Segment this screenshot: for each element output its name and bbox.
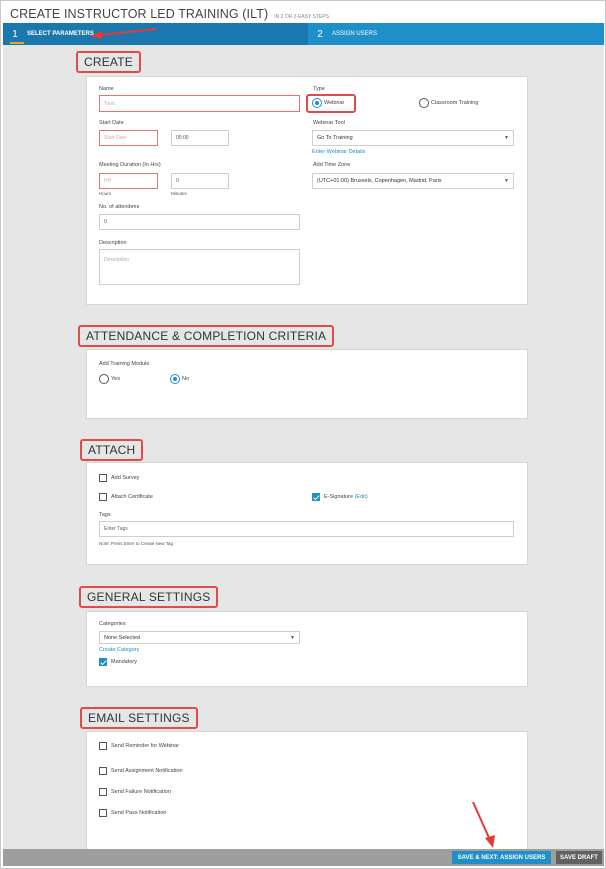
attendance-card [86,349,528,419]
attach-certificate-checkbox[interactable] [99,493,107,501]
webinar-tool-label: Webinar Tool [313,120,345,126]
failure-notification-label: Send Failure Notification [111,789,171,795]
tags-input[interactable]: Enter Tags [99,521,514,537]
attach-certificate-label: Attach Certificate [111,494,153,500]
chevron-down-icon: ▼ [290,634,295,641]
type-classroom-radio[interactable] [419,98,429,108]
attendees-label: No. of attendees [99,204,140,210]
section-title-attach: ATTACH [80,439,144,461]
categories-value: None Selected [104,634,141,641]
enter-webinar-details-link[interactable]: Enter Webinar Details [312,149,365,155]
page-title: CREATE INSTRUCTOR LED TRAINING (ILT) [10,7,269,21]
assignment-notification-label: Send Assignment Notification [111,768,183,774]
type-webinar-label: Webinar [324,100,345,106]
failure-notification-checkbox[interactable] [99,788,107,796]
section-title-general: GENERAL SETTINGS [79,586,219,608]
add-survey-checkbox[interactable] [99,474,107,482]
step-assign-users[interactable]: 2 ASSIGN USERS [308,23,604,45]
esignature-checkbox[interactable] [312,493,320,501]
name-label: Name [99,86,114,92]
chevron-down-icon: ▼ [504,135,509,141]
general-card [86,611,528,687]
duration-hours-input[interactable]: HH [99,173,158,189]
module-yes-radio[interactable] [99,374,109,384]
time-zone-select[interactable]: (UTC+01:00) Brussels, Copenhagen, Madrid… [312,173,514,189]
training-module-label: Add Training Module [99,361,150,367]
pass-notification-checkbox[interactable] [99,809,107,817]
add-survey-label: Add Survey [111,475,140,481]
annotation-arrow-icon [472,801,495,848]
module-no-radio[interactable] [170,374,180,384]
page-subtitle: IN 2 OR 3 EASY STEPS [274,14,329,20]
webinar-tool-value: Go To Training [317,135,353,141]
section-title-email: EMAIL SETTINGS [80,707,198,729]
duration-minutes-input[interactable]: 0 [171,173,229,189]
module-yes-label: Yes [111,376,120,382]
assignment-notification-checkbox[interactable] [99,767,107,775]
section-title-create: CREATE [76,51,141,73]
description-textarea[interactable]: Description [99,249,300,285]
esignature-text: E-Signature [324,494,354,500]
minutes-caption: Minutes [171,191,187,196]
start-time-input[interactable]: 00:00 [171,130,229,146]
type-webinar-radio[interactable] [312,98,322,108]
save-next-button[interactable]: SAVE & NEXT: ASSIGN USERS [452,851,551,864]
time-zone-label: Add Time Zone [313,162,351,168]
pass-notification-label: Send Pass Notification [111,810,167,816]
page-header: CREATE INSTRUCTOR LED TRAINING (ILT) IN … [10,7,329,21]
reminder-label: Send Reminder for Webinar [111,743,180,749]
mandatory-checkbox[interactable] [99,658,107,666]
chevron-down-icon: ▼ [504,178,509,184]
tags-note: Note: Press Enter to Create New Tag [99,541,173,546]
type-label: Type [313,86,325,92]
reminder-checkbox[interactable] [99,742,107,750]
categories-label: Categories [99,621,126,627]
description-label: Description [99,240,127,246]
start-date-input[interactable]: Start Date [99,130,158,146]
section-title-attendance: ATTENDANCE & COMPLETION CRITERIA [78,325,335,347]
active-step-indicator [10,42,24,44]
esignature-edit-link[interactable]: (Edit) [355,494,368,500]
step-number: 2 [317,28,323,40]
hours-caption: Hours [99,191,112,196]
type-classroom-label: Classroom Training [431,100,479,106]
step-label: SELECT PARAMETERS [27,31,94,37]
save-draft-button[interactable]: SAVE DRAFT [556,851,602,864]
attendees-input[interactable]: 0 [99,214,300,230]
step-label: ASSIGN USERS [332,31,378,37]
start-date-label: Start Date [99,120,124,126]
create-category-link[interactable]: Create Category [99,647,139,653]
step-number: 1 [12,28,18,40]
name-input[interactable]: Topic [99,95,300,112]
esignature-label: E-Signature (Edit) [324,494,368,500]
attach-card [86,462,528,565]
categories-select[interactable]: None Selected ▼ [99,631,300,644]
annotation-arrow-icon [90,28,157,39]
duration-label: Meeting Duration (In Hrs) [99,162,161,168]
module-no-label: No [182,376,190,382]
webinar-tool-select[interactable]: Go To Training ▼ [312,130,514,146]
tags-label: Tags [99,512,111,518]
time-zone-value: (UTC+01:00) Brussels, Copenhagen, Madrid… [317,178,442,184]
mandatory-label: Mandatory [111,659,137,665]
